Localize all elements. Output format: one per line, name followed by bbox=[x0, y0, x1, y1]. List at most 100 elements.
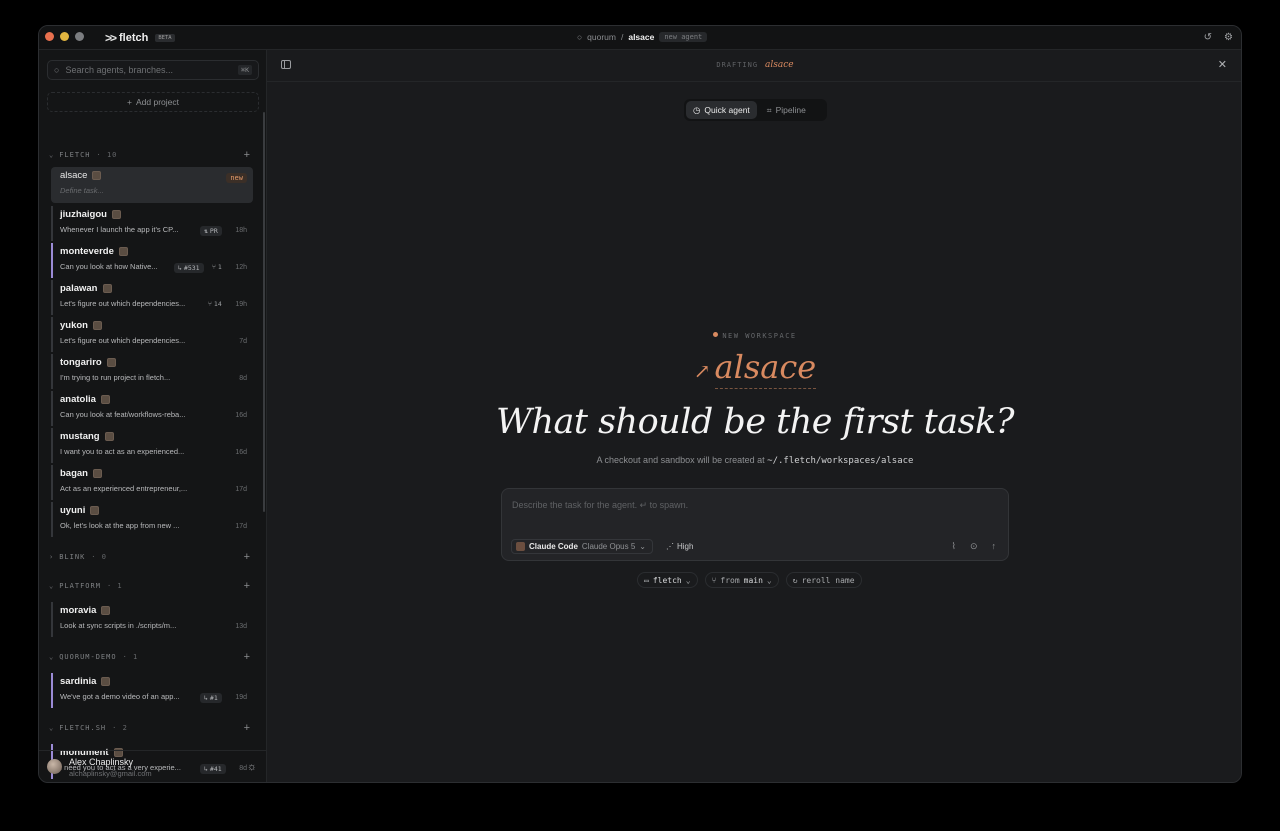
workspace-path-hint: A checkout and sandbox will be created a… bbox=[596, 455, 914, 466]
new-workspace-label: NEW WORKSPACE bbox=[267, 332, 1241, 340]
group-count: · 10 bbox=[96, 151, 118, 159]
agent-desc: Act as an experienced entrepreneur,... bbox=[60, 484, 188, 493]
avatar[interactable] bbox=[47, 759, 62, 774]
chevron-down-icon: ⌄ bbox=[685, 575, 691, 585]
add-agent-plus-icon[interactable]: + bbox=[244, 551, 251, 563]
folder-icon: ▭ bbox=[644, 575, 649, 585]
agent-name: anatolia bbox=[60, 394, 96, 405]
chevron-down-icon: ⌄ bbox=[49, 653, 55, 661]
agent-desc: I want you to act as an experienced... bbox=[60, 447, 185, 456]
agent-badge-icon bbox=[101, 677, 111, 686]
agent-desc: Look at sync scripts in ./scripts/m... bbox=[60, 621, 177, 630]
workspace-name[interactable]: ↗ alsace bbox=[267, 348, 1241, 389]
group-header-fletch[interactable]: ⌄ FLETCH · 10 + bbox=[49, 149, 251, 161]
agent-item-jiuzhaigou[interactable]: jiuzhaigou Whenever I launch the app it'… bbox=[51, 206, 253, 241]
main-panel: DRAFTING alsace ✕ ◷ Quick agent ⌗ Pipeli… bbox=[267, 50, 1241, 782]
agent-item-yukon[interactable]: yukon Let's figure out which dependencie… bbox=[51, 317, 253, 352]
agent-name: palawan bbox=[60, 283, 98, 294]
add-project-button[interactable]: + Add project bbox=[47, 92, 259, 112]
agent-item-mustang[interactable]: mustang I want you to act as an experien… bbox=[51, 428, 253, 463]
add-agent-plus-icon[interactable]: + bbox=[244, 651, 251, 663]
agent-desc: Let's figure out which dependencies... bbox=[60, 299, 186, 308]
breadcrumb-separator: / bbox=[620, 32, 624, 42]
history-icon[interactable]: ↺ bbox=[1204, 32, 1212, 43]
group-name: BLINK bbox=[59, 553, 86, 561]
attach-paperclip-icon[interactable]: ⌇ bbox=[952, 541, 956, 552]
sidebar-scrollbar[interactable] bbox=[263, 112, 265, 512]
agent-badge-icon bbox=[92, 469, 102, 478]
send-arrow-up-icon[interactable]: ↑ bbox=[992, 541, 997, 552]
group-header-quorum-demo[interactable]: ⌄ QUORUM-DEMO · 1 + bbox=[49, 651, 251, 663]
group-header-blink[interactable]: › BLINK · 0 + bbox=[49, 551, 251, 563]
branch-icon: ⑂ bbox=[208, 300, 212, 308]
breadcrumb-project[interactable]: quorum bbox=[587, 32, 616, 42]
tab-pipeline[interactable]: ⌗ Pipeline bbox=[760, 101, 813, 119]
agent-desc: Can you look at how Native... bbox=[60, 262, 158, 271]
effort-selector[interactable]: ⋰ High bbox=[666, 542, 693, 551]
branch-count: ⑂ 1 bbox=[212, 263, 222, 271]
agent-name: bagan bbox=[60, 468, 88, 479]
branch-icon: ⑂ bbox=[711, 575, 717, 585]
agent-badge-icon bbox=[102, 284, 112, 293]
task-composer[interactable]: Describe the task for the agent. ↵ to sp… bbox=[501, 488, 1009, 561]
tab-quick-agent[interactable]: ◷ Quick agent bbox=[686, 101, 757, 119]
agent-name: tongariro bbox=[60, 357, 102, 368]
agent-time: 12h bbox=[235, 264, 247, 271]
user-name: Alex Chaplinsky bbox=[69, 757, 134, 767]
agent-badge-icon bbox=[92, 321, 102, 330]
record-icon[interactable]: ⊙ bbox=[970, 541, 978, 552]
model-selector[interactable]: Claude Code Claude Opus 5 ⌄ bbox=[511, 539, 653, 554]
zoom-window-button[interactable] bbox=[75, 32, 84, 41]
branch-selector[interactable]: ⑂ from main ⌄ bbox=[704, 572, 779, 588]
add-project-label: Add project bbox=[135, 97, 179, 107]
group-name: PLATFORM bbox=[59, 582, 101, 590]
agent-time: 8d bbox=[239, 375, 247, 382]
repo-selector[interactable]: ▭ fletch ⌄ bbox=[637, 572, 698, 588]
close-icon[interactable]: ✕ bbox=[1218, 58, 1227, 71]
branch-count: ⑂ 14 bbox=[208, 300, 222, 308]
drafting-name: alsace bbox=[765, 60, 794, 70]
add-agent-plus-icon[interactable]: + bbox=[244, 722, 251, 734]
app-window: >> fletch BETA ○ quorum / alsace new age… bbox=[38, 25, 1242, 783]
workspace-options: ▭ fletch ⌄ ⑂ from main ⌄ ↻ reroll name bbox=[637, 572, 862, 588]
group-count: · 2 bbox=[112, 724, 128, 732]
group-name: QUORUM-DEMO bbox=[59, 653, 117, 661]
agent-desc: Can you look at feat/workflows-reba... bbox=[60, 410, 186, 419]
group-header-platform[interactable]: ⌄ PLATFORM · 1 + bbox=[49, 580, 251, 592]
status-pill: new agent bbox=[659, 32, 708, 42]
page-title: What should be the first task? bbox=[496, 402, 1015, 442]
agent-name: moravia bbox=[60, 605, 97, 616]
reroll-name-button[interactable]: ↻ reroll name bbox=[785, 572, 862, 588]
agent-item-bagan[interactable]: bagan Act as an experienced entrepreneur… bbox=[51, 465, 253, 500]
agent-item-uyuni[interactable]: uyuni Ok, let's look at the app from new… bbox=[51, 502, 253, 537]
agent-item-palawan[interactable]: palawan Let's figure out which dependenc… bbox=[51, 280, 253, 315]
group-name: FLETCH.SH bbox=[59, 724, 107, 732]
agent-time: 17d bbox=[235, 486, 247, 493]
agent-item-anatolia[interactable]: anatolia Can you look at feat/workflows-… bbox=[51, 391, 253, 426]
minimize-window-button[interactable] bbox=[60, 32, 69, 41]
breadcrumb: ○ quorum / alsace new agent bbox=[577, 32, 708, 42]
group-header-fletch-sh[interactable]: ⌄ FLETCH.SH · 2 + bbox=[49, 722, 251, 734]
sidebar: ○ Search agents, branches... ⌘K + Add pr… bbox=[39, 50, 267, 782]
chevron-down-icon: ⌄ bbox=[639, 542, 646, 551]
agent-item-sardinia[interactable]: sardinia We've got a demo video of an ap… bbox=[51, 673, 253, 708]
pr-badge: ⇅ PR bbox=[200, 226, 222, 236]
chevron-down-icon: ⌄ bbox=[49, 582, 55, 590]
agent-time: 19h bbox=[235, 301, 247, 308]
group-name: FLETCH bbox=[59, 151, 91, 159]
settings-gear-icon[interactable]: ⚙ bbox=[1224, 32, 1233, 43]
search-input[interactable]: ○ Search agents, branches... ⌘K bbox=[47, 60, 259, 80]
agent-item-tongariro[interactable]: tongariro I'm trying to run project in f… bbox=[51, 354, 253, 389]
agent-item-moravia[interactable]: moravia Look at sync scripts in ./script… bbox=[51, 602, 253, 637]
agent-time: 16d bbox=[235, 449, 247, 456]
group-count: · 1 bbox=[122, 653, 139, 661]
add-agent-plus-icon[interactable]: + bbox=[244, 149, 251, 161]
trend-arrow-icon: ↗ bbox=[693, 359, 711, 383]
agent-item-monteverde[interactable]: monteverde Can you look at how Native...… bbox=[51, 243, 253, 278]
add-agent-plus-icon[interactable]: + bbox=[244, 580, 251, 592]
close-window-button[interactable] bbox=[45, 32, 54, 41]
search-placeholder: Search agents, branches... bbox=[65, 65, 174, 75]
theme-toggle-sun-icon[interactable]: ☼ bbox=[247, 761, 257, 773]
agent-item-alsace[interactable]: alsace Define task... new bbox=[51, 167, 253, 203]
new-badge: new bbox=[226, 173, 247, 183]
